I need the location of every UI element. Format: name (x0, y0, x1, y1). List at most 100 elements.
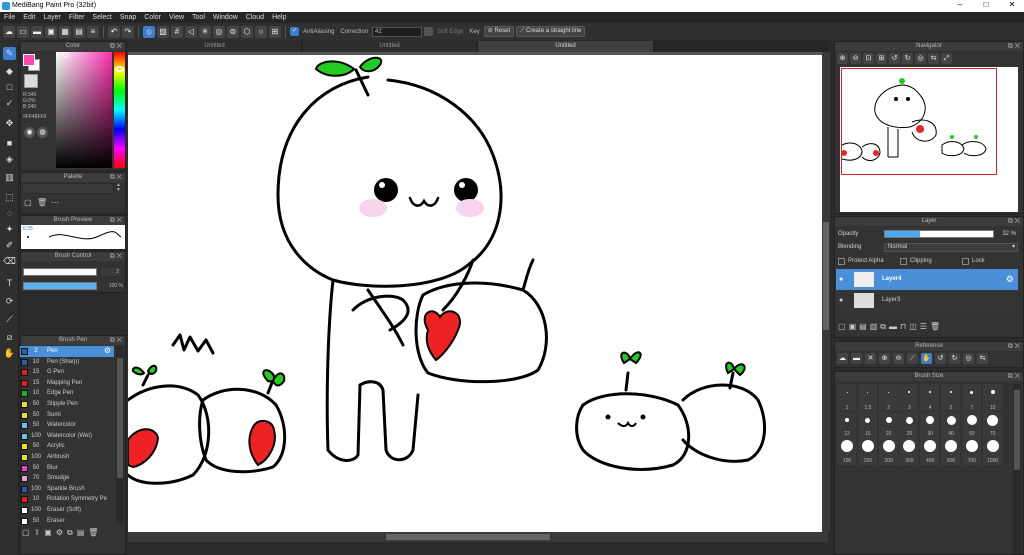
menu-view[interactable]: View (165, 14, 188, 21)
panel-close-icon[interactable]: ⧉ ✕ (110, 42, 122, 51)
brush-item[interactable]: 15 G Pen (20, 367, 114, 378)
menu-color[interactable]: Color (140, 14, 165, 21)
select-pen-icon[interactable]: ✐ (3, 239, 16, 252)
color-picker-cursor[interactable] (63, 52, 69, 58)
blending-select[interactable]: Normal ▾ (884, 243, 1018, 252)
zoom-out-icon[interactable]: ⊖ (850, 53, 861, 64)
new-8bit-layer-icon[interactable]: ▤ (859, 322, 867, 332)
eye-icon[interactable]: ● (839, 290, 843, 311)
brush-delete-icon[interactable]: 🗑 (88, 528, 98, 538)
layer-row-layer4[interactable]: ● Layer4 ⚙ (836, 269, 1018, 290)
brush-list-scroll-thumb[interactable] (117, 358, 123, 478)
select-rect-icon[interactable]: ⬚ (3, 191, 16, 204)
brush-item[interactable]: 50 Watercolor (20, 420, 114, 431)
dot-tool-icon[interactable]: □ (3, 81, 16, 94)
brush-settings-icon[interactable]: ⚙ (56, 528, 63, 538)
fill-shape-icon[interactable]: ■ (3, 137, 16, 150)
snap-settings-icon[interactable]: ⊞ (269, 25, 281, 38)
clipping-checkbox[interactable] (900, 258, 907, 265)
zoom-in-icon[interactable]: ⊕ (837, 53, 848, 64)
gear-icon[interactable]: ⚙ (104, 346, 111, 356)
select-check-icon[interactable]: ✓ (3, 97, 16, 110)
rotate-right-icon[interactable]: ↻ (902, 53, 913, 64)
brush-item[interactable]: 50 Stipple Pen (20, 399, 114, 410)
reference-reset-icon[interactable]: ◎ (963, 353, 974, 364)
reference-hand-icon[interactable]: ✋ (921, 353, 932, 364)
panel-close-icon[interactable]: ⧉ ✕ (110, 252, 122, 261)
hand-tool-icon[interactable]: ✋ (3, 347, 16, 360)
grid-icon[interactable]: ▦ (59, 25, 71, 38)
hue-cursor[interactable] (115, 66, 124, 72)
reference-cloud-icon[interactable]: ☁ (837, 353, 848, 364)
menu-window[interactable]: Window (209, 14, 242, 21)
brush-item[interactable]: 100 Watercolor (Wet) (20, 431, 114, 442)
brush-folder-icon[interactable]: ▣ (44, 528, 52, 538)
layer-folder-icon[interactable]: ▬ (889, 322, 897, 332)
brush-list-scrollbar[interactable] (116, 346, 124, 524)
menu-snap[interactable]: Snap (116, 14, 140, 21)
reference-eyedropper-icon[interactable]: ⟋ (907, 353, 918, 364)
panel-close-icon[interactable]: ⧉ ✕ (1008, 42, 1020, 51)
palette-add-icon[interactable]: ▢ (24, 198, 32, 207)
brush-copy-icon[interactable]: ⧉ (67, 528, 73, 538)
brush-opacity-value[interactable]: 100 % (99, 282, 123, 290)
minimize-button[interactable]: – (950, 0, 970, 9)
save-icon[interactable]: ▣ (45, 25, 57, 38)
color-saturation-box[interactable] (56, 52, 112, 168)
reference-zoom-in-icon[interactable]: ⊕ (879, 353, 890, 364)
menu-layer[interactable]: Layer (39, 14, 65, 21)
correction-select[interactable]: 42 (372, 26, 423, 37)
vertical-scroll-thumb[interactable] (823, 222, 829, 330)
menu-help[interactable]: Help (268, 14, 290, 21)
divide-tool-icon[interactable]: ⧄ (3, 331, 16, 344)
panel-close-icon[interactable]: ⧉ ✕ (1008, 342, 1020, 351)
brush-item[interactable]: 100 Eraser (Soft) (20, 505, 114, 516)
redo-icon[interactable]: ↷ (122, 25, 134, 38)
brush-item[interactable]: 70 Smudge (20, 473, 114, 484)
snap-ellipse-icon[interactable]: ○ (255, 25, 267, 38)
duplicate-layer-icon[interactable]: ⧉ (880, 322, 886, 332)
tab-untitled-3[interactable]: Untitled (478, 41, 654, 52)
flip-icon[interactable]: ⇆ (928, 53, 939, 64)
reset-rotation-icon[interactable]: ◎ (915, 53, 926, 64)
snap-radial-icon[interactable]: ✳ (199, 25, 211, 38)
cloud-icon[interactable]: ☁ (3, 25, 15, 38)
panel-close-icon[interactable]: ⧉ ✕ (110, 216, 122, 225)
list-icon[interactable]: ≡ (87, 25, 99, 38)
snap-cross-icon[interactable]: # (171, 25, 183, 38)
transparent-color-swatch[interactable] (24, 74, 38, 88)
new-icon[interactable]: ▭ (17, 25, 29, 38)
panel-close-icon[interactable]: ⧉ ✕ (110, 173, 122, 182)
menu-select[interactable]: Select (88, 14, 115, 21)
new-layer-icon[interactable]: ▢ (838, 322, 846, 332)
snap-circle-icon[interactable]: ◎ (213, 25, 225, 38)
brush-item[interactable]: 100 Airbrush (20, 452, 114, 463)
eraser-tool-icon[interactable]: ◆ (3, 65, 16, 78)
soft-edge-checkbox[interactable] (424, 27, 434, 36)
reference-close-icon[interactable]: ✕ (865, 353, 876, 364)
menu-filter[interactable]: Filter (65, 14, 89, 21)
actual-size-icon[interactable]: ⊞ (876, 53, 887, 64)
snap-octagon-icon[interactable]: ⬡ (241, 25, 253, 38)
merge-down-icon[interactable]: ⊓ (900, 322, 906, 332)
chat-icon[interactable]: ▬ (31, 25, 43, 38)
brush-size-scrollbar[interactable] (1013, 384, 1021, 554)
brush-item[interactable]: 50 Sumi (20, 410, 114, 421)
menu-edit[interactable]: Edit (19, 14, 39, 21)
lasso-tool-icon[interactable]: ◌ (3, 207, 16, 220)
snap-parallel-icon[interactable]: ▨ (157, 25, 169, 38)
brush-item[interactable]: 10 Pen (Sharp) (20, 357, 114, 368)
brush-size-value[interactable]: 2 (101, 268, 121, 276)
straight-line-button[interactable]: ⟋ Create a straight line (516, 26, 586, 37)
menu-cloud[interactable]: Cloud (242, 14, 268, 21)
tab-untitled-2[interactable]: Untitled (303, 41, 477, 52)
gear-icon[interactable]: ⚙ (1006, 269, 1014, 290)
layer-row-layer3[interactable]: ● Layer3 (836, 290, 1018, 311)
magic-wand-icon[interactable]: ✦ (3, 223, 16, 236)
panel-close-icon[interactable]: ⧉ ✕ (1008, 217, 1020, 226)
palette-scroll-icon[interactable]: ▲ ▼ (116, 183, 124, 194)
brush-item[interactable]: 15 Mapping Pen (20, 378, 114, 389)
eyedropper-tool-icon[interactable]: ⟋ (3, 313, 16, 326)
reference-flip-icon[interactable]: ⇆ (977, 353, 988, 364)
menu-file[interactable]: File (0, 14, 19, 21)
